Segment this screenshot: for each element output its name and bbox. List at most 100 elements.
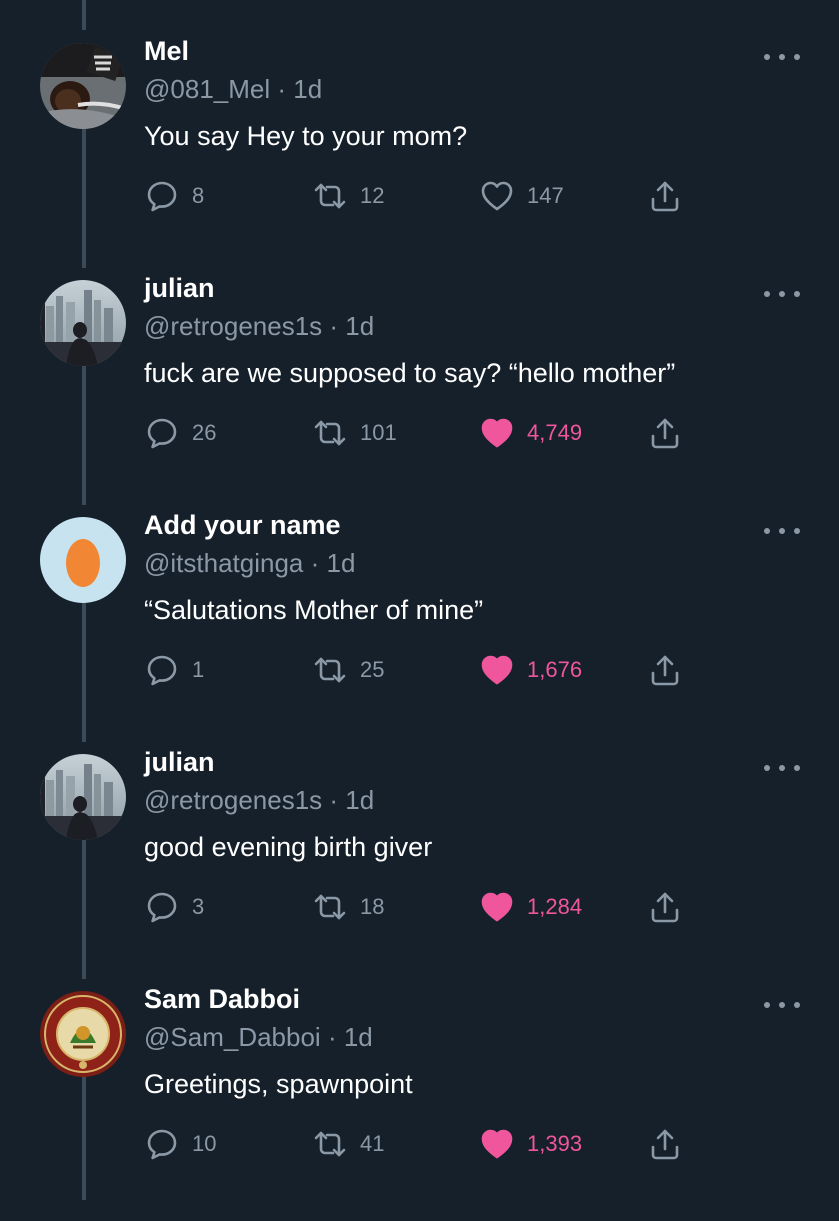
- tweet-text: fuck are we supposed to say? “hello moth…: [144, 358, 676, 388]
- retweet-count: 18: [360, 894, 385, 919]
- meta-separator: ·: [322, 311, 346, 341]
- tweet-meta: @Sam_Dabboi · 1d: [144, 1022, 373, 1053]
- display-name[interactable]: Add your name: [144, 510, 341, 541]
- tweet-text: good evening birth giver: [144, 832, 433, 862]
- username-handle[interactable]: @itsthatginga: [144, 548, 303, 578]
- share-icon: [648, 416, 682, 450]
- like-count: 1,676: [527, 657, 583, 682]
- reply-count: 26: [192, 420, 217, 445]
- display-name[interactable]: Sam Dabboi: [144, 984, 300, 1015]
- reply-button[interactable]: 10: [145, 1126, 216, 1162]
- like-button[interactable]: 1,284: [480, 889, 582, 925]
- more-options-icon[interactable]: [764, 50, 800, 64]
- reply-icon: [145, 179, 179, 213]
- like-button[interactable]: 1,393: [480, 1126, 582, 1162]
- heart-icon: [480, 890, 514, 924]
- reply-icon: [145, 653, 179, 687]
- retweet-icon: [313, 416, 347, 450]
- heart-icon: [480, 179, 514, 213]
- more-options-icon[interactable]: [764, 998, 800, 1012]
- tweet-text: You say Hey to your mom?: [144, 121, 468, 151]
- tweet[interactable]: Mel @081_Mel · 1d You say Hey to your mo…: [0, 36, 839, 273]
- reply-count: 1: [192, 657, 205, 682]
- share-icon: [648, 1127, 682, 1161]
- like-button[interactable]: 147: [480, 178, 564, 214]
- share-icon: [648, 890, 682, 924]
- reply-button[interactable]: 26: [145, 415, 216, 451]
- retweet-button[interactable]: 41: [313, 1126, 384, 1162]
- username-handle[interactable]: @retrogenes1s: [144, 785, 322, 815]
- reply-count: 10: [192, 1131, 217, 1156]
- meta-separator: ·: [320, 1022, 344, 1052]
- retweet-icon: [313, 1127, 347, 1161]
- more-options-icon[interactable]: [764, 761, 800, 775]
- photo-avatar-city[interactable]: [40, 754, 126, 840]
- more-options-icon[interactable]: [764, 287, 800, 301]
- reply-icon: [145, 1127, 179, 1161]
- more-options-icon[interactable]: [764, 524, 800, 538]
- share-button[interactable]: [648, 889, 682, 925]
- photo-avatar-person[interactable]: [40, 43, 126, 129]
- share-button[interactable]: [648, 1126, 682, 1162]
- like-count: 147: [527, 183, 564, 208]
- reply-button[interactable]: 3: [145, 889, 204, 925]
- timestamp[interactable]: 1d: [345, 785, 374, 815]
- retweet-icon: [313, 653, 347, 687]
- display-name[interactable]: julian: [144, 747, 215, 778]
- retweet-button[interactable]: 25: [313, 652, 384, 688]
- like-count: 1,284: [527, 894, 583, 919]
- reply-button[interactable]: 8: [145, 178, 204, 214]
- retweet-count: 41: [360, 1131, 385, 1156]
- heart-icon: [480, 416, 514, 450]
- timestamp[interactable]: 1d: [293, 74, 322, 104]
- heart-icon: [480, 653, 514, 687]
- display-name[interactable]: Mel: [144, 36, 189, 67]
- meta-separator: ·: [303, 548, 327, 578]
- railway-crest-avatar[interactable]: [40, 991, 126, 1077]
- reply-icon: [145, 416, 179, 450]
- timestamp[interactable]: 1d: [344, 1022, 373, 1052]
- tweet-text: Greetings, spawnpoint: [144, 1069, 413, 1099]
- username-handle[interactable]: @081_Mel: [144, 74, 270, 104]
- meta-separator: ·: [270, 74, 294, 104]
- tweet-meta: @081_Mel · 1d: [144, 74, 322, 105]
- retweet-button[interactable]: 101: [313, 415, 397, 451]
- reply-thread: Mel @081_Mel · 1d You say Hey to your mo…: [0, 0, 839, 1200]
- tweet[interactable]: Add your name @itsthatginga · 1d “Saluta…: [0, 510, 839, 747]
- share-icon: [648, 653, 682, 687]
- heart-icon: [480, 1127, 514, 1161]
- like-button[interactable]: 1,676: [480, 652, 582, 688]
- share-button[interactable]: [648, 178, 682, 214]
- thread-connector-top: [82, 0, 86, 30]
- share-button[interactable]: [648, 652, 682, 688]
- username-handle[interactable]: @Sam_Dabboi: [144, 1022, 321, 1052]
- retweet-icon: [313, 179, 347, 213]
- reply-button[interactable]: 1: [145, 652, 204, 688]
- meta-separator: ·: [322, 785, 346, 815]
- like-count: 4,749: [527, 420, 583, 445]
- egg-avatar[interactable]: [40, 517, 126, 603]
- tweet[interactable]: julian @retrogenes1s · 1d fuck are we su…: [0, 273, 839, 510]
- retweet-icon: [313, 890, 347, 924]
- display-name[interactable]: julian: [144, 273, 215, 304]
- timestamp[interactable]: 1d: [345, 311, 374, 341]
- tweet-text: “Salutations Mother of mine”: [144, 595, 484, 625]
- tweet-meta: @itsthatginga · 1d: [144, 548, 355, 579]
- reply-count: 8: [192, 183, 205, 208]
- like-count: 1,393: [527, 1131, 583, 1156]
- timestamp[interactable]: 1d: [327, 548, 356, 578]
- like-button[interactable]: 4,749: [480, 415, 582, 451]
- photo-avatar-city[interactable]: [40, 280, 126, 366]
- retweet-count: 12: [360, 183, 385, 208]
- username-handle[interactable]: @retrogenes1s: [144, 311, 322, 341]
- retweet-count: 101: [360, 420, 397, 445]
- share-button[interactable]: [648, 415, 682, 451]
- retweet-count: 25: [360, 657, 385, 682]
- tweet[interactable]: julian @retrogenes1s · 1d good evening b…: [0, 747, 839, 984]
- reply-icon: [145, 890, 179, 924]
- tweet-meta: @retrogenes1s · 1d: [144, 785, 374, 816]
- tweet-meta: @retrogenes1s · 1d: [144, 311, 374, 342]
- tweet[interactable]: Sam Dabboi @Sam_Dabboi · 1d Greetings, s…: [0, 984, 839, 1221]
- retweet-button[interactable]: 12: [313, 178, 384, 214]
- retweet-button[interactable]: 18: [313, 889, 384, 925]
